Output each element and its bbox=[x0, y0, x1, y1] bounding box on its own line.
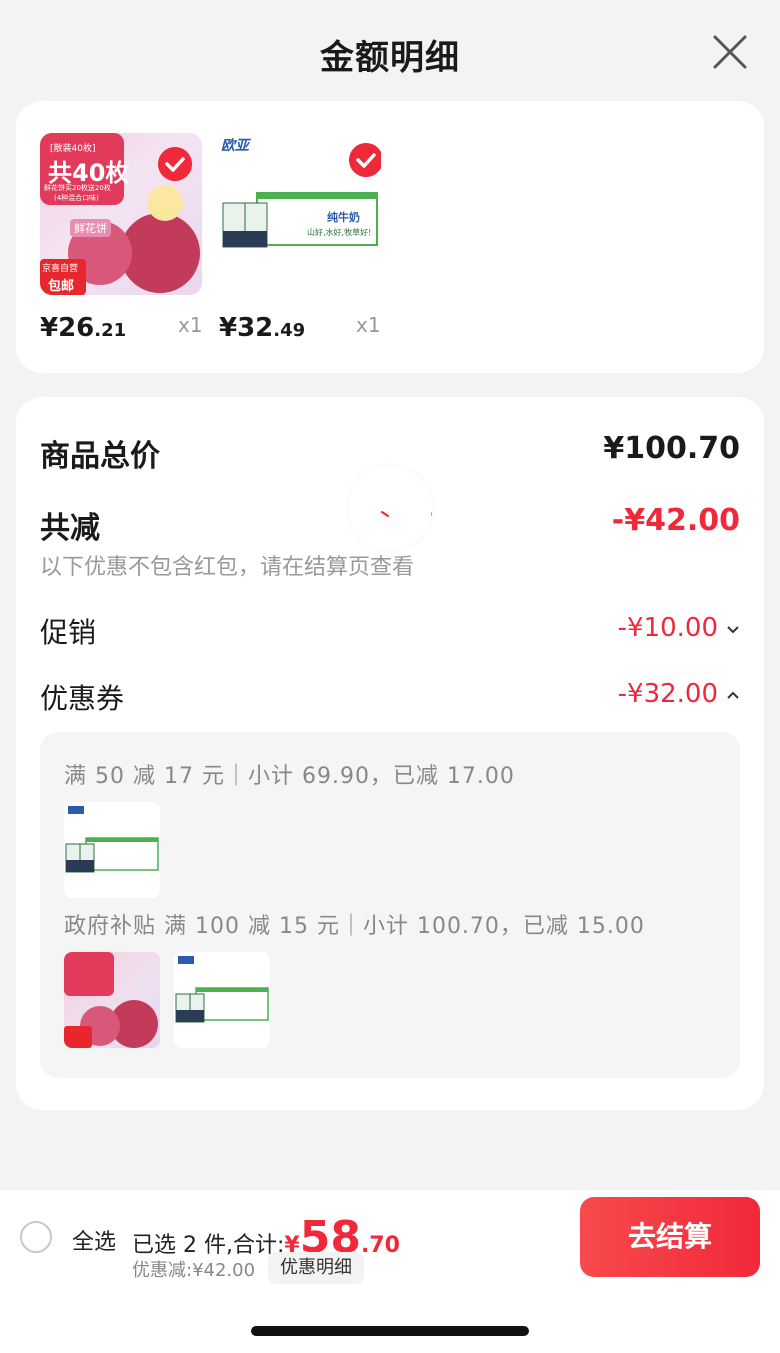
badge-free-shipping: 包邮 bbox=[48, 279, 75, 294]
badge-self-operated: 京喜自营 bbox=[42, 264, 79, 274]
product-image-milk[interactable]: 欧亚 纯牛奶 山好,水好,牧草好! bbox=[219, 133, 381, 295]
promotion-label: 促销 bbox=[40, 616, 97, 649]
product-tag-note: 鲜花饼买20枚送20枚 bbox=[44, 184, 111, 192]
product-price: ¥32.49 bbox=[219, 313, 305, 343]
close-icon[interactable] bbox=[712, 34, 748, 70]
product-image-flower-cake[interactable]: [散装40枚] 共40枚 鲜花饼买20枚送20枚 (4种混合口味) 鲜花饼 京喜… bbox=[40, 133, 202, 295]
product-tag-sub: (4种混合口味) bbox=[54, 194, 99, 202]
total-reduction-label: 共减 bbox=[40, 511, 100, 546]
reduction-note: 以下优惠不包含红包，请在结算页查看 bbox=[40, 555, 415, 580]
chevron-up-icon bbox=[727, 691, 739, 699]
amount-detail-sheet: 金额明细 [散装40枚] 共40枚 鲜花饼买20枚送20枚 (4种混合口味) 鲜… bbox=[0, 0, 780, 1190]
select-all-radio[interactable] bbox=[20, 1221, 52, 1253]
total-reduction-value: -¥42.00 bbox=[611, 503, 740, 538]
select-all-label[interactable]: 全选 bbox=[72, 1224, 116, 1256]
loading-icon bbox=[341, 501, 437, 517]
loading-spinner bbox=[341, 466, 437, 550]
product-quantity: x1 bbox=[178, 313, 203, 337]
checkout-button[interactable]: 去结算 bbox=[580, 1197, 760, 1277]
sheet-title: 金额明细 bbox=[320, 38, 460, 78]
selected-count-text: 已选 2 件,合计: bbox=[132, 1233, 285, 1258]
milk-slogan: 山好,水好,牧草好! bbox=[307, 228, 372, 237]
coupon-line: 满 50 减 17 元｜小计 69.90，已减 17.00 bbox=[64, 764, 515, 789]
promotion-value: -¥10.00 bbox=[617, 613, 718, 643]
product-label-flower-cake: 鲜花饼 bbox=[70, 219, 111, 237]
total-decimal: .70 bbox=[360, 1233, 400, 1258]
checked-icon[interactable] bbox=[158, 147, 192, 181]
coupon-value: -¥32.00 bbox=[617, 679, 718, 709]
coupon-row-toggle[interactable]: -¥32.00 bbox=[618, 679, 740, 709]
discount-amount: 优惠减:¥42.00 bbox=[132, 1260, 256, 1281]
chevron-down-icon bbox=[727, 625, 739, 633]
milk-thumb-graphic bbox=[175, 956, 269, 1023]
price-integer: ¥32 bbox=[219, 313, 274, 343]
milk-label: 纯牛奶 bbox=[327, 211, 360, 224]
milk-thumb-graphic bbox=[65, 806, 159, 873]
total-price-value: ¥100.70 bbox=[603, 431, 740, 466]
checkout-bar: 全选 已选 2 件,合计:¥58.70 优惠减:¥42.00 优惠明细 去结算 bbox=[0, 1190, 780, 1353]
discount-detail-button[interactable]: 优惠明细 bbox=[268, 1252, 364, 1284]
coupon-product-thumb-milk bbox=[64, 802, 160, 898]
checked-icon[interactable] bbox=[349, 143, 381, 177]
price-integer: ¥26 bbox=[40, 313, 95, 343]
sheet-header: 金额明细 bbox=[0, 0, 780, 104]
coupon-label: 优惠券 bbox=[40, 682, 125, 715]
coupon-detail-box: 满 50 减 17 元｜小计 69.90，已减 17.00 政府补贴 满 100… bbox=[40, 732, 740, 1078]
coupon-line: 政府补贴 满 100 减 15 元｜小计 100.70，已减 15.00 bbox=[64, 914, 645, 939]
flower-cake-thumb-graphic bbox=[64, 952, 158, 1048]
coupon-product-thumb-flower-cake bbox=[64, 952, 160, 1048]
selected-products-card: [散装40枚] 共40枚 鲜花饼买20枚送20枚 (4种混合口味) 鲜花饼 京喜… bbox=[16, 101, 764, 373]
product-quantity: x1 bbox=[356, 313, 381, 337]
total-price-label: 商品总价 bbox=[40, 439, 160, 474]
coupon-product-thumb-milk bbox=[174, 952, 270, 1048]
price-decimal: .21 bbox=[94, 320, 127, 341]
home-indicator bbox=[251, 1326, 529, 1336]
price-decimal: .49 bbox=[273, 320, 306, 341]
promotion-row-toggle[interactable]: -¥10.00 bbox=[618, 613, 740, 643]
product-price: ¥26.21 bbox=[40, 313, 126, 343]
milk-brand-logo: 欧亚 bbox=[221, 138, 249, 154]
